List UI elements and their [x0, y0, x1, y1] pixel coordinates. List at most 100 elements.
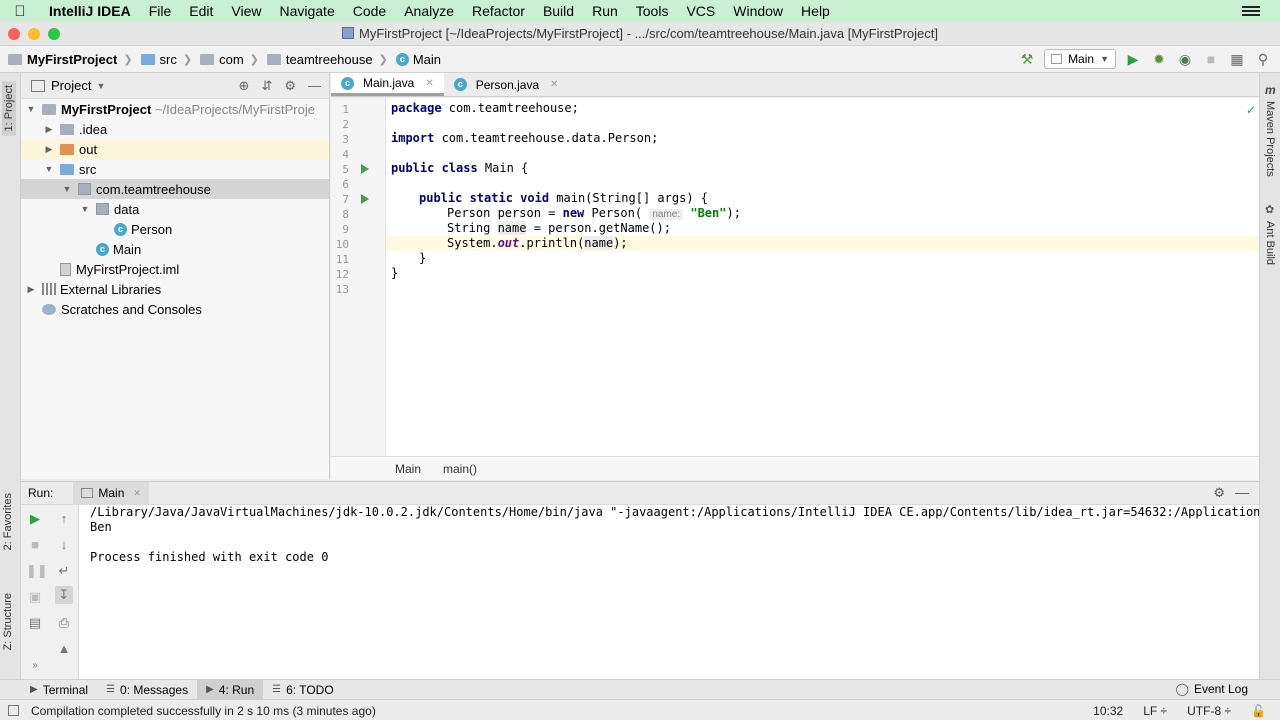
menu-code[interactable]: Code [344, 0, 395, 22]
expanded-arrow-icon[interactable]: ▼ [24, 104, 38, 114]
breadcrumb-project[interactable]: MyFirstProject ❯ [0, 52, 133, 67]
expanded-arrow-icon[interactable]: ▼ [42, 164, 56, 174]
menu-edit[interactable]: Edit [180, 0, 222, 22]
close-icon[interactable]: ✕ [133, 488, 141, 499]
collapsed-arrow-icon[interactable]: ▶ [24, 284, 38, 295]
close-icon[interactable]: ✕ [550, 79, 558, 90]
menu-help[interactable]: Help [792, 0, 839, 22]
expanded-arrow-icon[interactable]: ▼ [60, 184, 74, 194]
caret-position[interactable]: 10:32 [1093, 704, 1123, 718]
more-icon[interactable]: » [26, 657, 44, 675]
tool-tab-terminal[interactable]: ▶ Terminal [21, 680, 97, 700]
tree-item-main[interactable]: c Main [21, 239, 329, 259]
build-hammer-icon[interactable]: ⚒ [1018, 50, 1036, 68]
chevron-down-icon[interactable]: ▼ [96, 81, 105, 91]
tool-windows-toggle-icon[interactable] [8, 705, 19, 716]
layout-icon[interactable]: ▤ [26, 614, 44, 632]
console-output[interactable]: /Library/Java/JavaVirtualMachines/jdk-10… [79, 505, 1259, 679]
package-icon [96, 203, 109, 215]
editor-gutter[interactable]: 1 2 3 4 5 6 7 8 9 10 11 12 13 [331, 98, 386, 456]
menu-vcs[interactable]: VCS [677, 0, 724, 22]
run-configuration-select[interactable]: Main ▼ [1044, 49, 1116, 69]
menu-navigate[interactable]: Navigate [270, 0, 343, 22]
arrow-up-icon[interactable]: ↑ [55, 510, 73, 528]
lock-icon[interactable]: 🔓 [1251, 704, 1266, 718]
ant-build-tab[interactable]: Ant Build [1264, 221, 1276, 265]
menu-tools[interactable]: Tools [627, 0, 678, 22]
breadcrumb-class[interactable]: Main [395, 462, 421, 476]
code-line: public class Main { [391, 161, 529, 175]
line-number: 4 [342, 148, 349, 161]
breadcrumb-src[interactable]: src ❯ [133, 52, 192, 67]
debug-bug-icon[interactable]: ✹ [1150, 50, 1168, 68]
tab-main-java[interactable]: c Main.java ✕ [331, 73, 444, 96]
run-button[interactable]: ▶ [1124, 50, 1142, 68]
tree-item-external-libraries[interactable]: ▶ External Libraries [21, 279, 329, 299]
collapsed-arrow-icon[interactable]: ▶ [42, 124, 56, 135]
project-tool-tab[interactable]: 1: Project [2, 81, 16, 136]
breadcrumb-main[interactable]: c Main [388, 52, 441, 67]
tree-item-package[interactable]: ▼ com.teamtreehouse [21, 179, 329, 199]
tool-tab-run[interactable]: ▶ 4: Run [197, 679, 264, 700]
tree-item-out[interactable]: ▶ out [21, 139, 329, 159]
tree-item-person[interactable]: c Person [21, 219, 329, 239]
line-number: 9 [342, 223, 349, 236]
breadcrumb-method[interactable]: main() [443, 462, 477, 476]
collapsed-arrow-icon[interactable]: ▶ [42, 144, 56, 155]
menu-build[interactable]: Build [534, 0, 583, 22]
tree-item-project-root[interactable]: ▼ MyFirstProject ~/IdeaProjects/MyFirstPr… [21, 99, 329, 119]
breadcrumb-teamtreehouse[interactable]: teamtreehouse ❯ [259, 52, 388, 67]
run-class-icon[interactable] [361, 164, 369, 174]
project-view-select[interactable]: Project [51, 78, 91, 93]
hide-icon[interactable]: — [308, 78, 321, 94]
run-tab-main[interactable]: Main ✕ [73, 482, 149, 504]
gear-icon[interactable]: ⚙ [1213, 485, 1225, 501]
coverage-icon[interactable]: ◉ [1176, 50, 1194, 68]
favorites-tool-tab[interactable]: 2: Favorites [2, 493, 14, 550]
tree-item-scratches[interactable]: Scratches and Consoles [21, 299, 329, 319]
collapse-all-icon[interactable]: ⇵ [261, 78, 272, 94]
arrow-down-icon[interactable]: ↓ [55, 536, 73, 554]
gear-icon[interactable]: ⚙ [284, 78, 296, 94]
stop-icon[interactable]: ■ [26, 536, 44, 554]
trash-icon[interactable]: ▲ [55, 640, 73, 658]
menu-window[interactable]: Window [724, 0, 792, 22]
line-separator[interactable]: LF ÷ [1143, 704, 1167, 718]
tool-tab-todo[interactable]: ☰ 6: TODO [263, 680, 343, 700]
breadcrumb-com[interactable]: com ❯ [192, 52, 259, 67]
menu-analyze[interactable]: Analyze [395, 0, 463, 22]
run-method-icon[interactable] [361, 194, 369, 204]
tree-item-data[interactable]: ▼ data [21, 199, 329, 219]
menu-view[interactable]: View [222, 0, 270, 22]
stop-button[interactable]: ■ [1202, 50, 1220, 68]
maven-projects-tab[interactable]: Maven Projects [1264, 101, 1276, 177]
hide-icon[interactable]: — [1235, 484, 1249, 500]
status-message[interactable]: Compilation completed successfully in 2 … [31, 704, 376, 718]
scroll-to-end-icon[interactable]: ↧ [55, 586, 73, 604]
menu-refactor[interactable]: Refactor [463, 0, 534, 22]
apple-icon[interactable]:  [0, 3, 40, 20]
code-editor[interactable]: package com.teamtreehouse; import com.te… [386, 98, 1259, 456]
list-icon[interactable] [1242, 4, 1260, 18]
menu-app[interactable]: IntelliJ IDEA [40, 0, 140, 22]
soft-wrap-icon[interactable]: ↵ [55, 562, 73, 580]
tree-item-src[interactable]: ▼ src [21, 159, 329, 179]
tool-tab-messages[interactable]: ☰ 0: Messages [97, 680, 197, 700]
file-encoding[interactable]: UTF-8 ÷ [1187, 704, 1231, 718]
pause-icon[interactable]: ❚❚ [26, 562, 48, 580]
search-icon[interactable]: ⚲ [1254, 50, 1272, 68]
menu-file[interactable]: File [140, 0, 181, 22]
print-icon[interactable]: ⎙ [55, 614, 73, 632]
expanded-arrow-icon[interactable]: ▼ [78, 204, 92, 214]
project-structure-icon[interactable]: ▦ [1228, 50, 1246, 68]
tab-person-java[interactable]: c Person.java ✕ [444, 73, 569, 96]
event-log-button[interactable]: ◯ Event Log [1176, 682, 1248, 696]
tree-item-iml[interactable]: MyFirstProject.iml [21, 259, 329, 279]
structure-tool-tab[interactable]: Z: Structure [2, 593, 14, 650]
locate-icon[interactable]: ⊕ [239, 78, 250, 94]
close-icon[interactable]: ✕ [425, 78, 433, 89]
rerun-icon[interactable]: ▶ [26, 510, 44, 528]
camera-icon[interactable]: ▣ [26, 588, 44, 606]
tree-item-idea[interactable]: ▶ .idea [21, 119, 329, 139]
menu-run[interactable]: Run [583, 0, 627, 22]
